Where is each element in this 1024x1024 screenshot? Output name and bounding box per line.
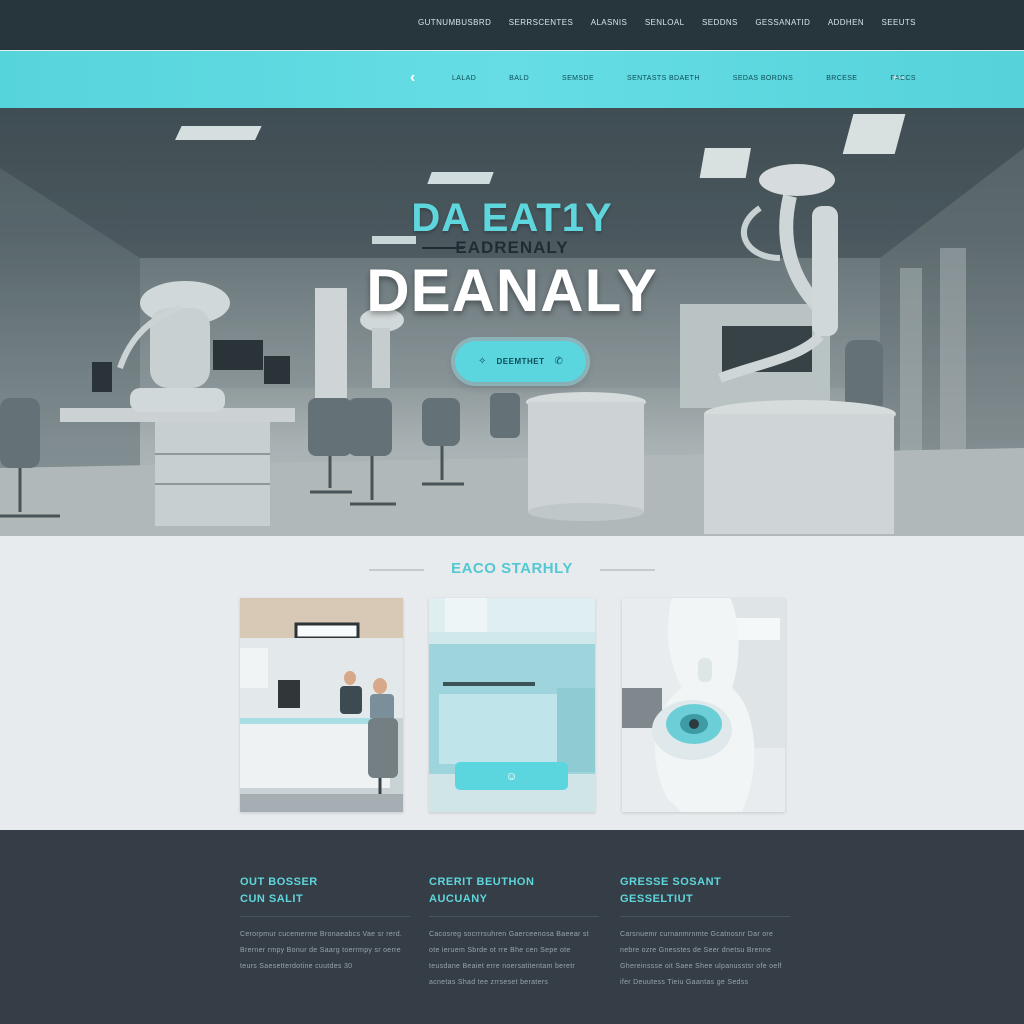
heading-rule-right: [600, 569, 655, 571]
top-nav-link[interactable]: Senloal: [645, 18, 685, 27]
top-nav-link[interactable]: Alasnis: [591, 18, 628, 27]
sparkle-icon: ✧: [478, 356, 487, 367]
gallery-section: EACO STARHLY ☺: [0, 536, 1024, 830]
scanner-photo: [622, 598, 785, 812]
secondary-nav-links: Lalad Bald Semsde Sentasts Bdaeth Sedas …: [452, 75, 916, 82]
top-nav-link[interactable]: Gutnumbusbrd: [418, 18, 491, 27]
footer-column-subtitle: Cun Salit: [240, 893, 304, 905]
gallery-card-scanner[interactable]: [622, 598, 785, 812]
gallery-heading: EACO STARHLY: [451, 560, 573, 577]
footer-column-subtitle: Aucuany: [429, 893, 488, 905]
footer-column-title: Out Bosser: [240, 876, 318, 888]
secondary-nav-link[interactable]: Bald: [509, 75, 529, 82]
share-link[interactable]: +◦◦: [892, 73, 905, 84]
secondary-nav-link[interactable]: Semsde: [562, 75, 594, 82]
equipment-card-button[interactable]: ☺: [455, 762, 568, 790]
footer-divider: [240, 916, 410, 917]
footer-column-body: Carsnuemr curnanmrnmte Gcatnosnr Dar ore…: [620, 931, 782, 986]
phone-icon: ✆: [554, 356, 563, 367]
secondary-nav-link[interactable]: Brcese: [826, 75, 857, 82]
footer-column: Gresse Sosant Gesseltiut Carsnuemr curna…: [620, 874, 790, 991]
top-nav-link[interactable]: Serrscentes: [509, 18, 573, 27]
secondary-nav-link[interactable]: Sedas Bordns: [733, 75, 793, 82]
footer-column-title: Crerit Beuthon: [429, 876, 535, 888]
hero-cta-label: Deemthet: [496, 357, 545, 366]
footer-column: Out Bosser Cun Salit Cerorpmur cucemerme…: [240, 874, 410, 975]
hero-subline: EADRENALY: [455, 238, 569, 257]
top-navbar: Gutnumbusbrd Serrscentes Alasnis Senloal…: [0, 0, 1024, 50]
hero-kicker: DA EAT1Y: [411, 196, 613, 240]
secondary-navbar: ‹ Lalad Bald Semsde Sentasts Bdaeth Seda…: [0, 51, 1024, 108]
gallery-card-equipment[interactable]: ☺: [429, 598, 595, 812]
hero-cta-button[interactable]: ✧ Deemthet ✆: [455, 341, 586, 382]
reception-photo: [240, 598, 403, 812]
footer-divider: [429, 916, 599, 917]
top-nav-link[interactable]: Seddns: [702, 18, 738, 27]
footer-column: Crerit Beuthon Aucuany Cacosreg socrrrsu…: [429, 874, 599, 991]
secondary-nav-link[interactable]: Lalad: [452, 75, 476, 82]
footer-column-title: Gresse Sosant: [620, 876, 722, 888]
top-nav-link[interactable]: Gessanatid: [755, 18, 810, 27]
top-nav-links: Gutnumbusbrd Serrscentes Alasnis Senloal…: [418, 18, 916, 27]
footer-column-subtitle: Gesseltiut: [620, 893, 694, 905]
top-nav-link[interactable]: Addhen: [828, 18, 864, 27]
chevron-left-icon[interactable]: ‹: [410, 69, 415, 87]
smile-icon: ☺: [505, 769, 518, 783]
footer: Out Bosser Cun Salit Cerorpmur cucemerme…: [0, 830, 1024, 1024]
secondary-nav-link[interactable]: Sentasts Bdaeth: [627, 75, 700, 82]
footer-column-body: Cacosreg socrrrsuhren Gaerceenosa Baeear…: [429, 931, 589, 986]
footer-divider: [620, 916, 790, 917]
gallery-card-reception[interactable]: [240, 598, 403, 812]
footer-column-body: Cerorpmur cucemerme Bronaeabcs Vae sr re…: [240, 931, 403, 970]
hero-title: DEANALY: [366, 257, 658, 324]
hero-section: DA EAT1Y EADRENALY DEANALY ✧ Deemthet ✆: [0, 108, 1024, 536]
top-nav-link[interactable]: Seeuts: [882, 18, 916, 27]
